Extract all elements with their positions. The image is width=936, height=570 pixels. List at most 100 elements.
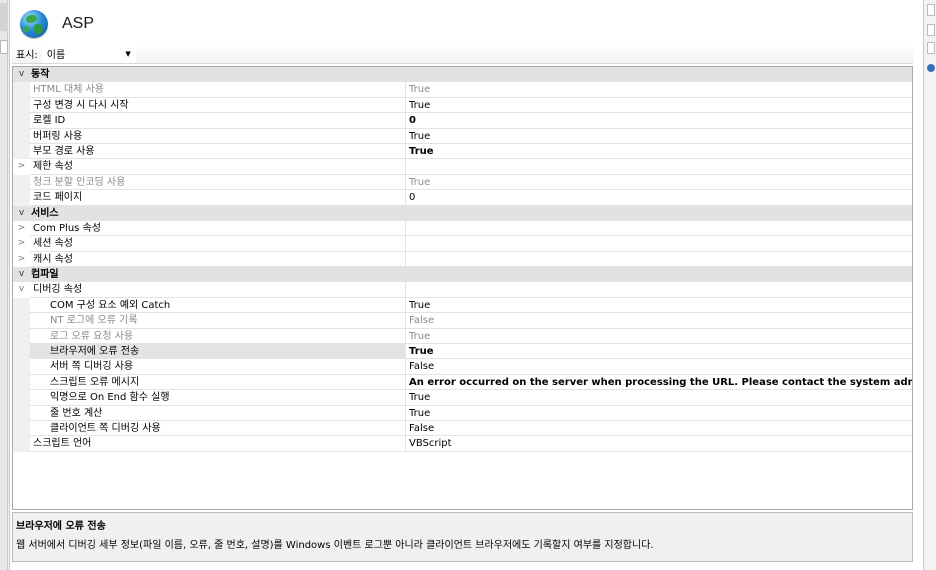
- category-row[interactable]: v 서비스: [13, 205, 912, 221]
- property-row[interactable]: 서버 쪽 디버깅 사용 False: [13, 359, 912, 375]
- row-gutter: [13, 128, 30, 144]
- property-name: 익명으로 On End 함수 실행: [30, 390, 406, 406]
- property-name: 청크 분할 인코딩 사용: [30, 174, 406, 191]
- expand-chevron-icon[interactable]: v: [13, 67, 30, 83]
- property-value[interactable]: An error occurred on the server when pro…: [406, 375, 912, 391]
- page-title: ASP: [62, 15, 95, 32]
- property-value[interactable]: True: [406, 129, 912, 144]
- row-gutter: [13, 313, 30, 329]
- property-value[interactable]: 0: [406, 190, 912, 206]
- property-row[interactable]: HTML 대체 사용 True: [13, 82, 912, 98]
- page-header: ASP: [20, 8, 94, 40]
- row-gutter: [13, 82, 30, 98]
- actions-stub-1[interactable]: [927, 4, 935, 16]
- property-group-row[interactable]: > 캐시 속성: [13, 251, 912, 268]
- category-row[interactable]: v 컴파일: [13, 267, 912, 283]
- property-value[interactable]: False: [406, 359, 912, 375]
- property-value[interactable]: VBScript: [406, 436, 912, 452]
- row-gutter: [13, 97, 30, 114]
- property-value[interactable]: True: [406, 344, 912, 360]
- property-name: 로켈 ID: [30, 113, 406, 129]
- property-row[interactable]: 브라우저에 오류 전송 True: [13, 344, 912, 360]
- property-name: 코드 페이지: [30, 190, 406, 206]
- property-group-row[interactable]: > 제한 속성: [13, 159, 912, 175]
- property-value[interactable]: [406, 252, 912, 268]
- property-name: Com Plus 속성: [30, 220, 406, 237]
- property-row[interactable]: 버퍼링 사용 True: [13, 128, 912, 144]
- property-name: 캐시 속성: [30, 251, 406, 268]
- property-group-row[interactable]: v 디버깅 속성: [13, 282, 912, 298]
- property-group-row[interactable]: > 세션 속성: [13, 236, 912, 252]
- actions-panel-edge: [925, 0, 936, 570]
- property-name: 디버깅 속성: [30, 282, 406, 298]
- globe-icon: [20, 10, 48, 38]
- property-grid[interactable]: v 동작 HTML 대체 사용 True 구성 변경 시 다시 시작 True 로켈 ID 0…: [12, 66, 913, 510]
- property-row[interactable]: COM 구성 요소 예외 Catch True: [13, 297, 912, 314]
- property-value[interactable]: [406, 282, 912, 298]
- property-value[interactable]: [406, 236, 912, 252]
- property-row[interactable]: 스크립트 오류 메시지 An error occurred on the serv…: [13, 374, 912, 391]
- property-name: HTML 대체 사용: [30, 82, 406, 98]
- property-row[interactable]: 청크 분할 인코딩 사용 True: [13, 174, 912, 191]
- expand-chevron-icon[interactable]: v: [13, 205, 30, 221]
- category-row[interactable]: v 동작: [13, 67, 912, 83]
- property-value[interactable]: True: [406, 144, 912, 160]
- expand-chevron-icon[interactable]: >: [13, 236, 30, 252]
- property-row[interactable]: 구성 변경 시 다시 시작 True: [13, 97, 912, 114]
- property-row[interactable]: 코드 페이지 0: [13, 190, 912, 206]
- property-row[interactable]: 클라이언트 쪽 디버깅 사용 False: [13, 420, 912, 437]
- view-dropdown-value: 이름: [46, 50, 66, 61]
- property-value[interactable]: True: [406, 82, 912, 98]
- property-value[interactable]: True: [406, 406, 912, 421]
- left-panel-tab[interactable]: [0, 3, 8, 31]
- expand-chevron-icon[interactable]: v: [13, 282, 30, 298]
- expand-chevron-icon[interactable]: >: [13, 220, 30, 237]
- view-dropdown[interactable]: 이름 ▼: [41, 44, 136, 63]
- row-gutter: [13, 174, 30, 191]
- property-value[interactable]: True: [406, 329, 912, 345]
- description-title: 브라우저에 오류 전송: [16, 521, 106, 532]
- row-gutter: [13, 436, 30, 452]
- property-row[interactable]: 부모 경로 사용 True: [13, 143, 912, 160]
- property-value[interactable]: True: [406, 175, 912, 191]
- property-row[interactable]: 줄 번호 계산 True: [13, 405, 912, 421]
- property-value[interactable]: False: [406, 313, 912, 329]
- row-gutter: [13, 390, 30, 406]
- row-gutter: [13, 190, 30, 206]
- row-gutter: [13, 374, 30, 391]
- left-panel-edge: [0, 0, 8, 570]
- row-gutter: [13, 344, 30, 360]
- property-value[interactable]: True: [406, 98, 912, 114]
- property-row[interactable]: 스크립트 언어 VBScript: [13, 436, 912, 452]
- row-gutter: [13, 420, 30, 437]
- property-value[interactable]: 0: [406, 113, 912, 129]
- property-value[interactable]: [406, 159, 912, 175]
- expand-chevron-icon[interactable]: v: [13, 267, 30, 283]
- actions-stub-2[interactable]: [927, 24, 935, 36]
- row-gutter: [13, 328, 30, 345]
- property-value[interactable]: True: [406, 298, 912, 314]
- property-row[interactable]: 익명으로 On End 함수 실행 True: [13, 390, 912, 406]
- property-name: 스크립트 오류 메시지: [30, 374, 406, 391]
- row-gutter: [13, 297, 30, 314]
- property-value[interactable]: True: [406, 390, 912, 406]
- property-row[interactable]: NT 로그에 오류 기록 False: [13, 313, 912, 329]
- property-value[interactable]: [406, 221, 912, 237]
- property-row[interactable]: 로켈 ID 0: [13, 113, 912, 129]
- left-panel-tree-stub[interactable]: [0, 40, 8, 54]
- property-row[interactable]: 로그 오류 요청 사용 True: [13, 328, 912, 345]
- expand-chevron-icon[interactable]: >: [13, 159, 30, 175]
- help-icon[interactable]: [927, 64, 935, 72]
- row-gutter: [13, 113, 30, 129]
- row-gutter: [13, 405, 30, 421]
- description-panel: 브라우저에 오류 전송 웹 서버에서 디버깅 세부 정보(파일 이름, 오류, …: [12, 512, 913, 562]
- property-name: 브라우저에 오류 전송: [30, 344, 406, 360]
- property-group-row[interactable]: > Com Plus 속성: [13, 220, 912, 237]
- row-gutter: [13, 359, 30, 375]
- property-value[interactable]: False: [406, 421, 912, 437]
- expand-chevron-icon[interactable]: >: [13, 251, 30, 268]
- category-label: 서비스: [31, 207, 59, 219]
- property-name: NT 로그에 오류 기록: [30, 313, 406, 329]
- property-name: 줄 번호 계산: [30, 405, 406, 421]
- actions-stub-3[interactable]: [927, 42, 935, 54]
